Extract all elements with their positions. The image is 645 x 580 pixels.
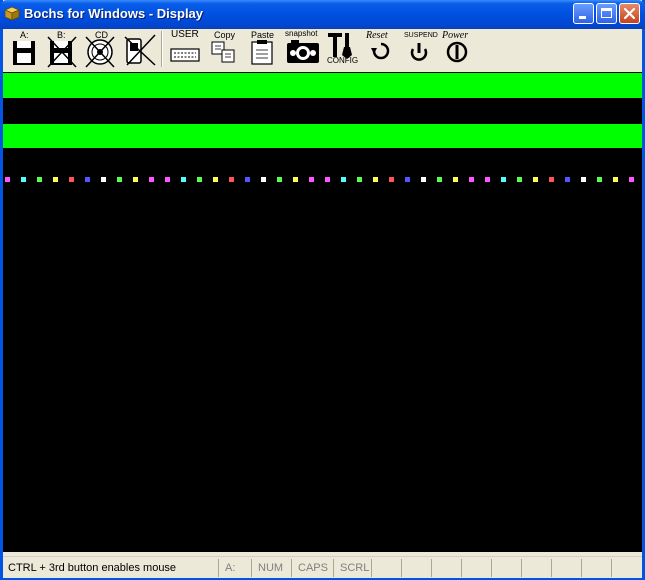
floppy-a-label: A: (20, 30, 29, 40)
close-button[interactable] (619, 3, 640, 24)
glyph-mark (37, 177, 42, 182)
glyph-mark (213, 177, 218, 182)
user-button[interactable]: USER (169, 29, 203, 69)
status-bar: CTRL + 3rd button enables mouse A: NUM C… (3, 556, 642, 578)
glyph-mark (549, 177, 554, 182)
glyph-mark (581, 177, 586, 182)
title-bar[interactable]: Bochs for Windows - Display (0, 0, 645, 29)
glyph-mark (389, 177, 394, 182)
status-panel-empty (551, 559, 581, 577)
paste-label: Paste (251, 30, 275, 40)
glyph-mark (53, 177, 58, 182)
reset-button[interactable]: Reset (363, 29, 399, 69)
floppy-a-button[interactable]: A: (9, 29, 39, 69)
status-caps: CAPS (291, 559, 333, 577)
bochs-app-icon (5, 6, 20, 21)
glyph-mark (101, 177, 106, 182)
graphics-bar-1 (3, 73, 642, 98)
status-message: CTRL + 3rd button enables mouse (8, 562, 177, 574)
status-panel-empty (491, 559, 521, 577)
glyph-mark (405, 177, 410, 182)
minimize-icon (579, 16, 586, 19)
glyph-mark (5, 177, 10, 182)
glyph-mark (357, 177, 362, 182)
glyph-mark (629, 177, 634, 182)
glyph-mark (565, 177, 570, 182)
paste-button[interactable]: Paste (247, 29, 277, 69)
snapshot-button[interactable]: snapshot (283, 29, 323, 69)
glyph-mark (325, 177, 330, 182)
reset-label: Reset (366, 30, 388, 41)
config-button[interactable]: CONFIG (325, 29, 359, 69)
glyph-mark (197, 177, 202, 182)
glyph-mark (229, 177, 234, 182)
glyph-mark (133, 177, 138, 182)
glyph-mark (277, 177, 282, 182)
glyph-mark (149, 177, 154, 182)
status-panel-empty (461, 559, 491, 577)
status-num: NUM (251, 559, 291, 577)
emulator-display[interactable] (3, 72, 642, 552)
glyph-mark (245, 177, 250, 182)
status-panel-empty (371, 559, 401, 577)
floppy-b-label: B: (57, 30, 66, 40)
cdrom-label: CD (95, 30, 108, 40)
glyph-mark (421, 177, 426, 182)
glyph-mark (533, 177, 538, 182)
glyph-mark (373, 177, 378, 182)
floppy-b-button[interactable]: B: (45, 29, 79, 69)
suspend-button[interactable]: SUSPEND (403, 29, 439, 69)
glyph-mark (613, 177, 618, 182)
glyph-mark (21, 177, 26, 182)
glyph-mark (597, 177, 602, 182)
glyph-mark (309, 177, 314, 182)
user-label: USER (171, 29, 199, 40)
copy-label: Copy (214, 30, 236, 40)
copy-button[interactable]: Copy (209, 29, 239, 69)
maximize-button[interactable] (596, 3, 617, 24)
glyph-mark (85, 177, 90, 182)
power-label: Power (442, 30, 469, 41)
status-panel-empty (611, 559, 642, 577)
toolbar: A: B: CD USER Copy Paste snapshot CONFIG… (3, 29, 642, 71)
status-panel-empty (401, 559, 431, 577)
glyph-mark (469, 177, 474, 182)
glyph-mark (117, 177, 122, 182)
minimize-button[interactable] (573, 3, 594, 24)
glyph-mark (485, 177, 490, 182)
glyph-mark (181, 177, 186, 182)
glyph-mark (293, 177, 298, 182)
suspend-label: SUSPEND (404, 32, 438, 39)
glyph-mark (261, 177, 266, 182)
glyph-mark (437, 177, 442, 182)
config-label: CONFIG (327, 56, 359, 65)
status-drive: A: (218, 559, 251, 577)
status-panel-empty (521, 559, 551, 577)
power-button[interactable]: Power (441, 29, 477, 69)
graphics-bar-2 (3, 124, 642, 148)
status-panel-empty (431, 559, 461, 577)
glyph-row (5, 177, 634, 182)
bochs-window: Bochs for Windows - Display A: B: CD USE… (0, 0, 645, 580)
glyph-mark (69, 177, 74, 182)
usb-device-icon (124, 34, 156, 66)
glyph-mark (341, 177, 346, 182)
usb-button[interactable] (121, 29, 157, 69)
status-scrl: SCRL (333, 559, 371, 577)
glyph-mark (453, 177, 458, 182)
snapshot-label: snapshot (285, 29, 318, 38)
glyph-mark (165, 177, 170, 182)
glyph-mark (517, 177, 522, 182)
glyph-mark (501, 177, 506, 182)
window-title: Bochs for Windows - Display (24, 6, 204, 21)
maximize-icon (601, 8, 612, 18)
close-icon (623, 7, 636, 20)
toolbar-separator (161, 31, 163, 67)
status-panel-empty (581, 559, 611, 577)
cdrom-button[interactable]: CD (83, 29, 117, 69)
